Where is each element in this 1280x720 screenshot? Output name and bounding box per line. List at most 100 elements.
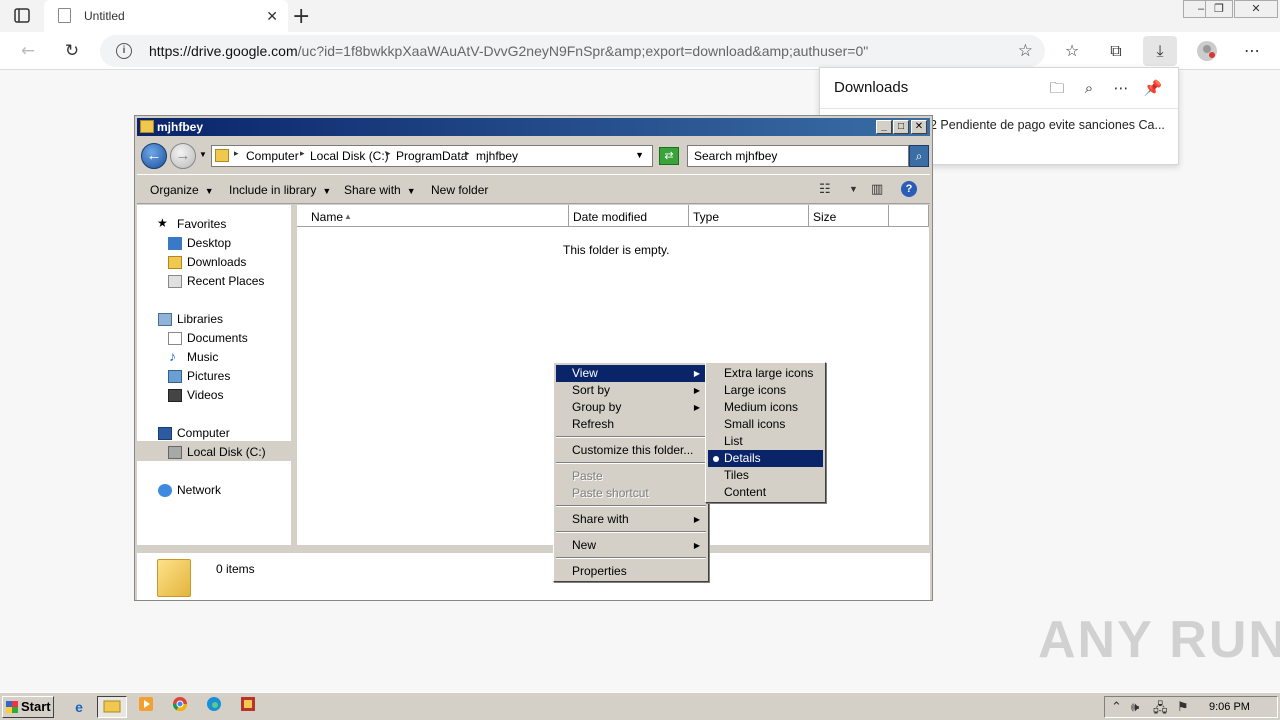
minimize-button[interactable]: _ (876, 120, 892, 134)
chevron-right-icon[interactable]: ▸ (300, 148, 305, 159)
share-with-button[interactable]: Share with ▼ (344, 183, 416, 197)
include-in-library-button[interactable]: Include in library ▼ (229, 183, 331, 197)
menu-item-share-with[interactable]: Share with ▶ (556, 511, 706, 528)
column-date-modified[interactable]: Date modified (569, 205, 689, 227)
explorer-title-bar[interactable]: mjhfbey _ □ ✕ (137, 118, 930, 136)
favorites-icon[interactable]: ☆ (1060, 40, 1084, 62)
edge-icon[interactable] (199, 696, 229, 718)
menu-item-view[interactable]: View ▶ (556, 365, 706, 382)
nav-documents[interactable]: Documents (187, 331, 248, 345)
pin-icon[interactable]: 📌 (1143, 78, 1163, 98)
preview-pane-icon[interactable]: ▥ (871, 181, 883, 197)
add-favorite-icon[interactable]: ☆ (1018, 41, 1033, 61)
volume-icon[interactable]: 🕪 (1131, 699, 1139, 715)
collections-icon[interactable]: ⧉ (1104, 40, 1128, 62)
view-extra-large-icons[interactable]: Extra large icons (708, 365, 823, 382)
chevron-right-icon[interactable]: ▸ (465, 148, 470, 159)
search-icon[interactable]: ⌕ (1079, 78, 1099, 98)
chevron-down-icon[interactable]: ▼ (635, 150, 644, 160)
search-icon[interactable]: ⌕ (909, 145, 929, 167)
profile-avatar[interactable] (1195, 40, 1219, 62)
open-folder-icon[interactable]: 🗀 (1047, 78, 1067, 98)
view-tiles[interactable]: Tiles (708, 467, 823, 484)
submenu-arrow-icon: ▶ (693, 515, 700, 524)
column-size[interactable]: Size (809, 205, 889, 227)
explorer-taskbar-icon[interactable] (97, 696, 127, 718)
nav-libraries[interactable]: Libraries (177, 312, 223, 326)
nav-pictures[interactable]: Pictures (187, 369, 230, 383)
windows-logo-icon (6, 701, 18, 713)
view-list[interactable]: List (708, 433, 823, 450)
nav-recent-places[interactable]: Recent Places (187, 274, 264, 288)
url-text[interactable]: https://drive.google.com/uc?id=1f8bwkkpX… (149, 43, 868, 59)
menu-sort-label: Sort by (572, 383, 611, 397)
breadcrumb-computer[interactable]: Computer (246, 149, 299, 163)
menu-item-new[interactable]: New ▶ (556, 537, 706, 554)
path-bar[interactable]: ▸ Computer ▸ Local Disk (C:) ▸ ProgramDa… (211, 145, 653, 167)
nav-favorites[interactable]: Favorites (177, 217, 226, 231)
more-icon[interactable]: ⋯ (1111, 78, 1131, 98)
network-icon[interactable]: 🖧 (1153, 699, 1168, 720)
chrome-icon[interactable] (165, 696, 195, 718)
column-type[interactable]: Type (689, 205, 809, 227)
view-small-icons[interactable]: Small icons (708, 416, 823, 433)
menu-item-properties[interactable]: Properties (556, 563, 706, 580)
downloads-icon[interactable]: ⤓ (1143, 36, 1177, 66)
nav-desktop[interactable]: Desktop (187, 236, 231, 250)
breadcrumb-local-disk[interactable]: Local Disk (C:) (310, 149, 389, 163)
maximize-button[interactable]: □ (893, 120, 909, 134)
media-player-icon[interactable] (131, 696, 161, 718)
refresh-icon[interactable]: ⇄ (659, 147, 679, 165)
view-options-icon[interactable]: ☷ (819, 181, 831, 197)
browser-tab[interactable]: Untitled ✕ (44, 0, 288, 32)
browser-toolbar: ← ↻ i https://drive.google.com/uc?id=1f8… (0, 32, 1280, 70)
search-input[interactable]: Search mjhfbey (687, 145, 909, 167)
forward-button[interactable]: → (170, 143, 196, 169)
menu-item-sort-by[interactable]: Sort by ▶ (556, 382, 706, 399)
nav-music[interactable]: Music (187, 350, 218, 364)
view-details[interactable]: Details (708, 450, 823, 467)
download-item[interactable]: 2 Pendiente de pago evite sanciones Ca..… (930, 118, 1165, 132)
nav-local-disk[interactable]: Local Disk (C:) (187, 445, 266, 459)
reload-icon[interactable]: ↻ (60, 40, 84, 62)
more-options-icon[interactable]: ⋯ (1240, 40, 1264, 62)
breadcrumb-mjhfbey[interactable]: mjhfbey (476, 149, 518, 163)
column-name[interactable]: Name ▲ (297, 205, 569, 227)
menu-item-customize[interactable]: Customize this folder... (556, 442, 706, 459)
chevron-right-icon[interactable]: ▸ (386, 148, 391, 159)
divider (820, 108, 1178, 109)
address-bar[interactable]: i https://drive.google.com/uc?id=1f8bwkk… (100, 35, 1045, 67)
chevron-down-icon[interactable]: ▼ (849, 184, 858, 194)
nav-videos[interactable]: Videos (187, 388, 223, 402)
help-icon[interactable]: ? (901, 181, 917, 197)
nav-downloads[interactable]: Downloads (187, 255, 246, 269)
menu-item-refresh[interactable]: Refresh (556, 416, 706, 433)
start-button[interactable]: Start (2, 696, 54, 718)
site-info-icon[interactable]: i (116, 43, 132, 59)
close-window-button[interactable]: ✕ (1234, 0, 1278, 18)
tab-actions-icon[interactable] (10, 6, 34, 26)
clock[interactable]: 9:06 PM (1209, 701, 1250, 713)
new-folder-button[interactable]: New folder (431, 183, 488, 197)
nav-computer[interactable]: Computer (177, 426, 230, 440)
view-large-icons[interactable]: Large icons (708, 382, 823, 399)
nav-network[interactable]: Network (177, 483, 221, 497)
new-tab-button[interactable]: + (292, 4, 310, 29)
window-title: mjhfbey (157, 120, 204, 134)
view-content[interactable]: Content (708, 484, 823, 501)
restore-button[interactable]: ❐ (1205, 0, 1233, 18)
menu-item-group-by[interactable]: Group by ▶ (556, 399, 706, 416)
action-center-flag-icon[interactable]: ⚑ (1177, 699, 1189, 715)
view-medium-icons[interactable]: Medium icons (708, 399, 823, 416)
breadcrumb-programdata[interactable]: ProgramData (396, 149, 467, 163)
close-button[interactable]: ✕ (911, 120, 927, 134)
back-icon[interactable]: ← (16, 40, 40, 62)
app-icon[interactable] (233, 696, 263, 718)
show-hidden-icons-icon[interactable]: ⌃ (1111, 699, 1122, 715)
organize-button[interactable]: Organize ▼ (150, 183, 214, 197)
chevron-right-icon[interactable]: ▸ (234, 148, 239, 159)
internet-explorer-icon[interactable]: e (64, 696, 94, 718)
close-tab-icon[interactable]: ✕ (266, 8, 278, 25)
recent-pages-icon[interactable]: ▼ (199, 150, 207, 159)
back-button[interactable]: ← (141, 143, 167, 169)
